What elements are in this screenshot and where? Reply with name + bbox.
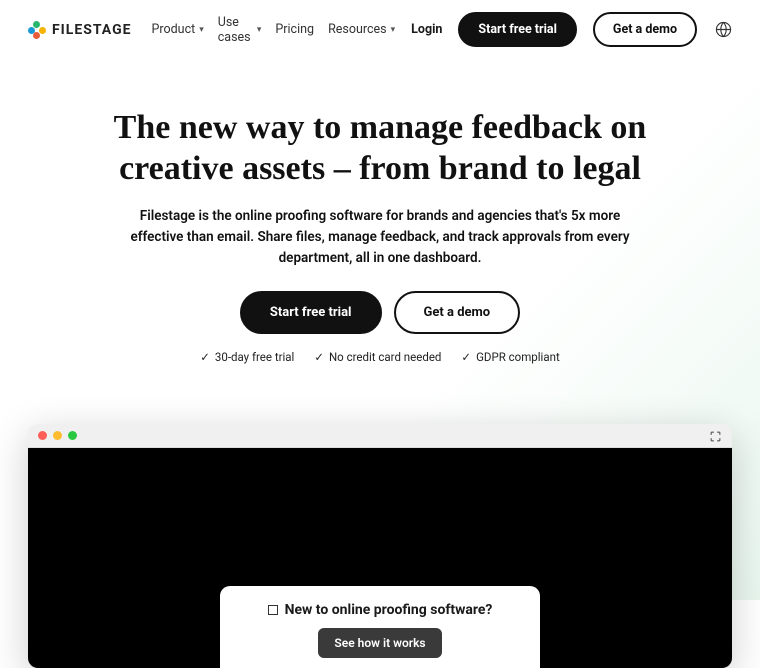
window-minimize-icon[interactable] — [53, 431, 62, 440]
window-titlebar — [28, 424, 732, 448]
logo[interactable]: FILESTAGE — [28, 21, 132, 39]
logo-text: FILESTAGE — [52, 22, 132, 38]
square-icon — [268, 605, 278, 615]
nav-product[interactable]: Product▾ — [152, 15, 204, 45]
chevron-down-icon: ▾ — [199, 25, 204, 35]
main-nav: Product▾ Use cases▾ Pricing Resources▾ — [152, 15, 396, 45]
feature-gdpr: ✓GDPR compliant — [461, 350, 559, 364]
check-icon: ✓ — [314, 350, 324, 364]
demo-video[interactable]: New to online proofing software? See how… — [28, 448, 732, 668]
login-link[interactable]: Login — [411, 22, 442, 37]
language-icon[interactable] — [715, 21, 732, 38]
get-demo-button[interactable]: Get a demo — [593, 12, 697, 47]
demo-window: New to online proofing software? See how… — [28, 424, 732, 668]
window-maximize-icon[interactable] — [68, 431, 77, 440]
feature-trial: ✓30-day free trial — [200, 350, 294, 364]
hero-subtitle: Filestage is the online proofing softwar… — [100, 206, 660, 269]
popup-title: New to online proofing software? — [250, 602, 510, 618]
hero-start-trial-button[interactable]: Start free trial — [240, 291, 382, 334]
hero-title: The new way to manage feedback on creati… — [100, 107, 660, 190]
hero-cta-row: Start free trial Get a demo — [100, 291, 660, 334]
check-icon: ✓ — [461, 350, 471, 364]
nav-resources[interactable]: Resources▾ — [328, 15, 395, 45]
window-close-icon[interactable] — [38, 431, 47, 440]
logo-icon — [28, 21, 46, 39]
hero-get-demo-button[interactable]: Get a demo — [394, 291, 521, 334]
chevron-down-icon: ▾ — [391, 25, 396, 35]
check-icon: ✓ — [200, 350, 210, 364]
nav-use-cases[interactable]: Use cases▾ — [218, 15, 262, 45]
intro-popup: New to online proofing software? See how… — [220, 586, 540, 668]
header: FILESTAGE Product▾ Use cases▾ Pricing Re… — [0, 0, 760, 59]
see-how-it-works-button[interactable]: See how it works — [318, 628, 441, 658]
hero-features: ✓30-day free trial ✓No credit card neede… — [100, 350, 660, 364]
chevron-down-icon: ▾ — [257, 25, 262, 35]
nav-pricing[interactable]: Pricing — [275, 15, 314, 45]
feature-no-card: ✓No credit card needed — [314, 350, 441, 364]
expand-icon[interactable] — [709, 430, 722, 443]
hero-section: The new way to manage feedback on creati… — [0, 59, 760, 384]
start-trial-button[interactable]: Start free trial — [458, 12, 577, 47]
